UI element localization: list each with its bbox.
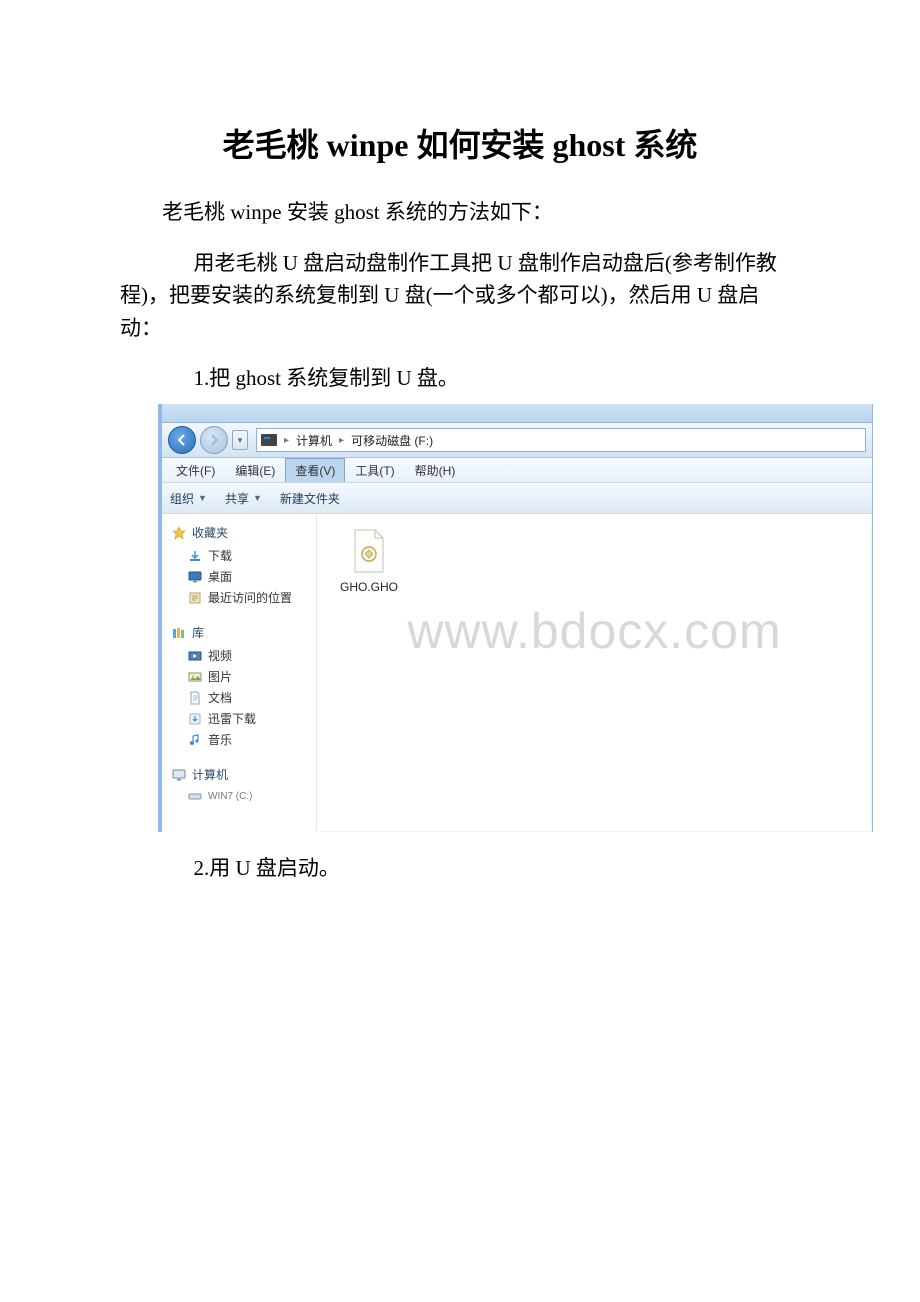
recent-icon: [188, 591, 202, 605]
menu-help[interactable]: 帮助(H): [405, 458, 466, 482]
file-item[interactable]: GHO.GHO: [331, 528, 407, 594]
breadcrumb-leaf[interactable]: 可移动磁盘 (F:): [351, 432, 433, 449]
chevron-down-icon: ▼: [198, 493, 207, 503]
window-titlebar: [162, 404, 872, 423]
description-paragraph: 用老毛桃 U 盘启动盘制作工具把 U 盘制作启动盘后(参考制作教程)，把要安装的…: [120, 247, 800, 345]
navigation-pane: 收藏夹 下载 桌面: [162, 514, 317, 832]
star-icon: [172, 526, 186, 540]
cmd-new-folder[interactable]: 新建文件夹: [280, 490, 340, 507]
nav-videos-label: 视频: [208, 647, 232, 664]
music-icon: [188, 733, 202, 747]
content-pane[interactable]: GHO.GHO www.bdocx.com: [317, 514, 872, 832]
nav-recent[interactable]: 最近访问的位置: [172, 587, 312, 608]
nav-win7-c[interactable]: WIN7 (C:): [172, 787, 312, 805]
arrow-left-icon: [176, 434, 188, 446]
nav-desktop-label: 桌面: [208, 568, 232, 585]
nav-music[interactable]: 音乐: [172, 729, 312, 750]
nav-favorites-label: 收藏夹: [192, 524, 228, 541]
step-2: 2.用 U 盘启动。: [120, 852, 800, 882]
nav-recent-label: 最近访问的位置: [208, 589, 292, 606]
breadcrumb-sep-icon: ▸: [281, 435, 292, 446]
menu-bar: 文件(F) 编辑(E) 查看(V) 工具(T) 帮助(H): [162, 458, 872, 483]
nav-music-label: 音乐: [208, 731, 232, 748]
breadcrumb-root[interactable]: 计算机: [296, 432, 332, 449]
nav-documents[interactable]: 文档: [172, 687, 312, 708]
nav-computer[interactable]: 计算机: [172, 766, 312, 783]
nav-libraries-label: 库: [192, 624, 204, 641]
nav-videos[interactable]: 视频: [172, 645, 312, 666]
nav-history-dropdown[interactable]: ▾: [232, 430, 248, 450]
pictures-icon: [188, 670, 202, 684]
command-bar: 组织 ▼ 共享 ▼ 新建文件夹: [162, 483, 872, 514]
cmd-share[interactable]: 共享 ▼: [225, 490, 262, 507]
navigation-bar: ▾ ▸ 计算机 ▸ 可移动磁盘 (F:): [162, 423, 872, 458]
nav-pictures-label: 图片: [208, 668, 232, 685]
nav-documents-label: 文档: [208, 689, 232, 706]
chevron-down-icon: ▼: [253, 493, 262, 503]
nav-pictures[interactable]: 图片: [172, 666, 312, 687]
drive-icon: [261, 434, 277, 446]
nav-win7-c-label: WIN7 (C:): [208, 791, 252, 802]
nav-favorites[interactable]: 收藏夹: [172, 524, 312, 541]
nav-xunlei[interactable]: 迅雷下载: [172, 708, 312, 729]
arrow-right-icon: [208, 434, 220, 446]
back-button[interactable]: [168, 426, 196, 454]
menu-edit[interactable]: 编辑(E): [225, 458, 285, 482]
nav-downloads[interactable]: 下载: [172, 545, 312, 566]
desktop-icon: [188, 570, 202, 584]
menu-file[interactable]: 文件(F): [166, 458, 225, 482]
nav-downloads-label: 下载: [208, 547, 232, 564]
cmd-organize[interactable]: 组织 ▼: [170, 490, 207, 507]
menu-view[interactable]: 查看(V): [285, 458, 345, 482]
intro-paragraph: 老毛桃 winpe 安装 ghost 系统的方法如下：: [120, 196, 800, 229]
explorer-screenshot: ▾ ▸ 计算机 ▸ 可移动磁盘 (F:) 文件(F) 编辑(E) 查看(V) 工…: [158, 404, 873, 832]
download-icon: [188, 549, 202, 563]
cmd-new-folder-label: 新建文件夹: [280, 490, 340, 507]
step-1: 1.把 ghost 系统复制到 U 盘。: [120, 362, 800, 392]
file-name-label: GHO.GHO: [340, 580, 398, 594]
breadcrumb-sep-icon: ▸: [336, 435, 347, 446]
page-title: 老毛桃 winpe 如何安装 ghost 系统: [120, 120, 800, 166]
xunlei-icon: [188, 712, 202, 726]
cmd-share-label: 共享: [225, 490, 249, 507]
nav-desktop[interactable]: 桌面: [172, 566, 312, 587]
nav-libraries[interactable]: 库: [172, 624, 312, 641]
document-icon: [188, 691, 202, 705]
cmd-organize-label: 组织: [170, 490, 194, 507]
computer-icon: [172, 768, 186, 782]
address-bar[interactable]: ▸ 计算机 ▸ 可移动磁盘 (F:): [256, 428, 866, 452]
forward-button[interactable]: [200, 426, 228, 454]
explorer-body: 收藏夹 下载 桌面: [162, 514, 872, 832]
libraries-icon: [172, 626, 186, 640]
nav-xunlei-label: 迅雷下载: [208, 710, 256, 727]
nav-computer-label: 计算机: [192, 766, 228, 783]
video-icon: [188, 649, 202, 663]
watermark-text: www.bdocx.com: [317, 602, 872, 660]
menu-tools[interactable]: 工具(T): [345, 458, 404, 482]
drive-icon: [188, 789, 202, 803]
gho-file-icon: [346, 528, 392, 574]
